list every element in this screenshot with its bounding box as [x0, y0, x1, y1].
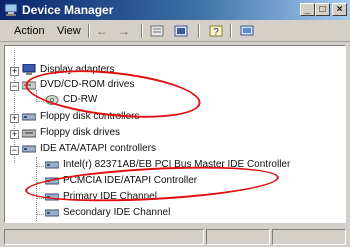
tree-item-label: Floppy disk drives — [40, 127, 121, 138]
tree-item-floppy-disk-drives[interactable]: Floppy disk drives — [22, 127, 120, 143]
expand-toggle[interactable]: + — [10, 114, 19, 123]
tree-item-intel-ide-controller[interactable]: Intel(r) 82371AB/EB PCI Bus Master IDE C… — [45, 159, 290, 175]
svg-text:?: ? — [213, 27, 219, 37]
tree-item-label: IDE ATA/ATAPI controllers — [40, 143, 156, 154]
menu-view[interactable]: View — [57, 25, 81, 37]
controller-icon — [22, 113, 36, 121]
menu-toolbar: Action View ← → ? — [0, 21, 350, 42]
tree-item-label: CD-RW — [63, 94, 98, 105]
expand-toggle[interactable]: + — [10, 67, 19, 76]
tree-line — [36, 166, 44, 167]
tree-item-label: Floppy disk controllers — [40, 111, 140, 122]
collapse-toggle[interactable]: − — [10, 82, 19, 91]
tree-item-primary-ide-channel[interactable]: Primary IDE Channel — [45, 191, 157, 207]
tree-item-display-adapters[interactable]: Display adapters — [22, 64, 114, 80]
floppy-drive-icon — [22, 129, 36, 138]
device-tree[interactable]: + Display adapters − DVD/CD-ROM drives C… — [4, 45, 346, 223]
controller-icon — [45, 177, 59, 185]
help-icon[interactable]: ? — [209, 25, 223, 37]
controller-icon — [45, 161, 59, 169]
toolbar-separator — [88, 24, 90, 38]
tree-item-pcmcia-ide-controller[interactable]: PCMCIA IDE/ATAPI Controller — [45, 175, 197, 191]
collapse-toggle[interactable]: − — [10, 146, 19, 155]
status-bar — [0, 226, 350, 247]
close-button[interactable]: × — [332, 3, 347, 16]
expand-toggle[interactable]: + — [10, 130, 19, 139]
toolbar-separator — [230, 24, 232, 38]
status-cell — [4, 229, 204, 245]
tree-line — [36, 214, 44, 215]
device-manager-icon — [4, 3, 18, 16]
tree-item-dvd-cdrom-drives[interactable]: DVD/CD-ROM drives — [22, 79, 134, 95]
maximize-button[interactable]: □ — [315, 3, 330, 16]
tree-line — [36, 101, 44, 102]
tree-item-label: PCMCIA IDE/ATAPI Controller — [63, 175, 198, 186]
scan-hardware-icon[interactable] — [240, 25, 254, 37]
tree-line — [36, 198, 44, 199]
window-title: Device Manager — [22, 3, 114, 17]
toolbar-separator — [198, 24, 200, 38]
properties-icon[interactable] — [150, 25, 164, 37]
cdrom-drive-icon — [22, 81, 36, 90]
tree-item-floppy-disk-controllers[interactable]: Floppy disk controllers — [22, 111, 139, 127]
display-adapter-icon — [22, 64, 36, 75]
tree-item-label: DVD/CD-ROM drives — [40, 79, 135, 90]
cd-rw-icon — [45, 95, 59, 105]
tree-item-label: Primary IDE Channel — [63, 191, 157, 202]
tree-line — [36, 182, 44, 183]
tree-item-label: Secondary IDE Channel — [63, 207, 171, 218]
menu-action[interactable]: Action — [14, 25, 45, 37]
device-manager-window: Device Manager _ □ × Action View ← → ? +… — [0, 0, 350, 247]
controller-icon — [22, 145, 36, 153]
tree-item-label: Intel(r) 82371AB/EB PCI Bus Master IDE C… — [63, 159, 291, 170]
controller-icon — [45, 209, 59, 217]
controller-icon — [45, 193, 59, 201]
update-driver-icon[interactable] — [174, 25, 188, 37]
tree-item-label: Display adapters — [40, 64, 115, 75]
status-cell — [206, 229, 270, 245]
tree-item-cd-rw[interactable]: CD-RW — [45, 94, 97, 110]
minimize-button[interactable]: _ — [300, 3, 315, 16]
tree-item-secondary-ide-channel[interactable]: Secondary IDE Channel — [45, 207, 171, 222]
tree-item-ide-ata-atapi-controllers[interactable]: IDE ATA/ATAPI controllers — [22, 143, 156, 159]
toolbar-separator — [141, 24, 143, 38]
title-bar[interactable]: Device Manager _ □ × — [0, 0, 350, 20]
status-cell — [272, 229, 346, 245]
forward-button[interactable]: → — [118, 24, 130, 40]
back-button[interactable]: ← — [96, 24, 108, 40]
